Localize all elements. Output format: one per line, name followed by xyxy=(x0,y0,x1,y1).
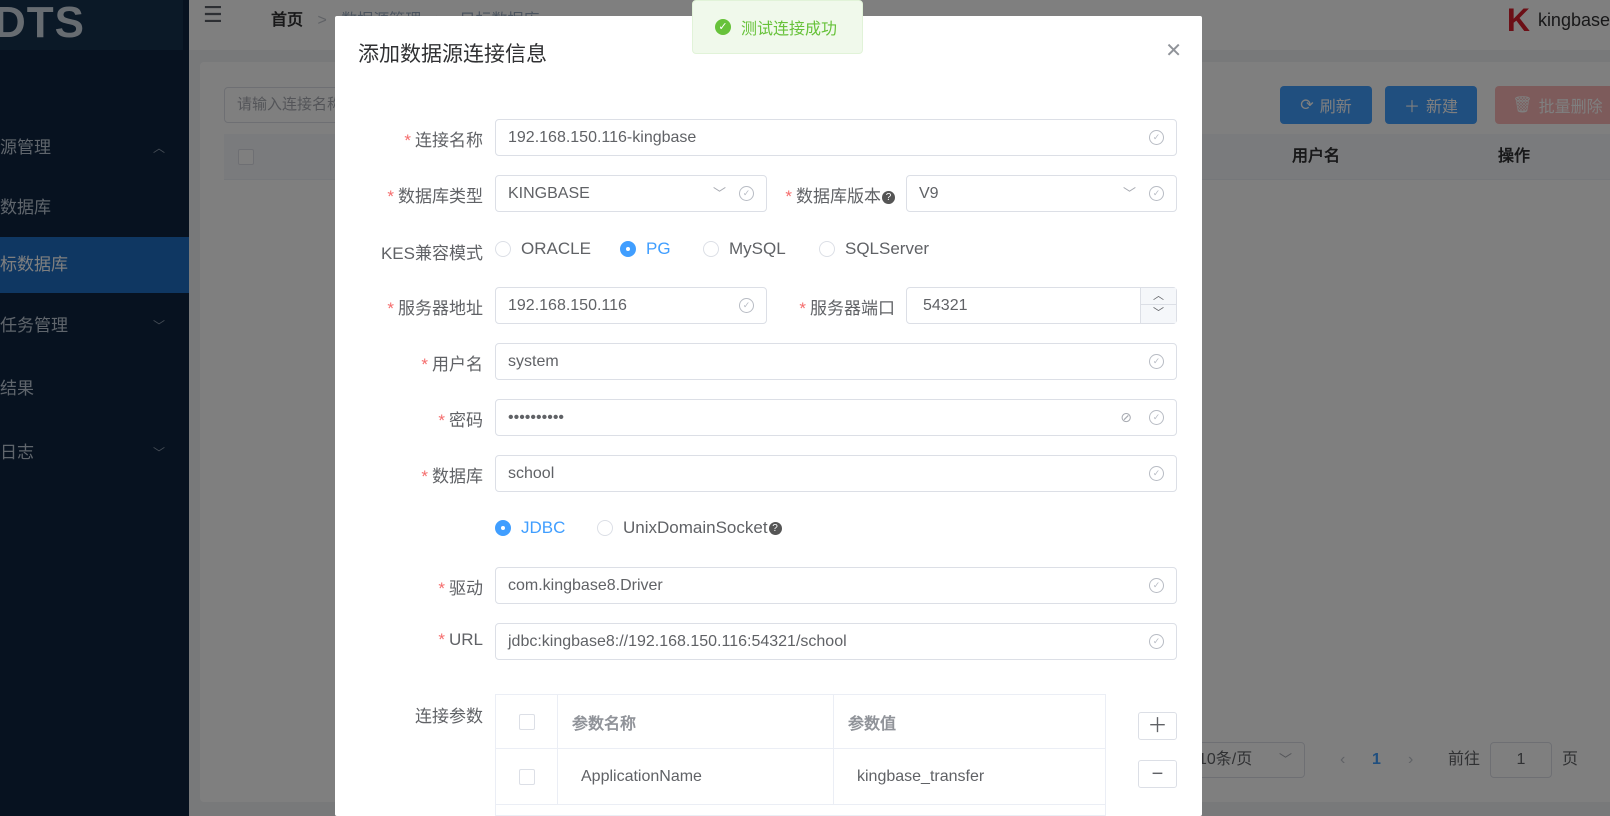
radio-dot xyxy=(819,241,835,257)
check-circle-icon: ✓ xyxy=(739,298,754,313)
params-header-name: 参数名称 xyxy=(558,695,834,748)
param-name-cell[interactable]: ApplicationName xyxy=(558,749,834,804)
server-port-stepper[interactable]: 54321 ︿ ﹀ xyxy=(906,287,1177,324)
check-circle-icon: ✓ xyxy=(1149,410,1164,425)
stepper-controls: ︿ ﹀ xyxy=(1140,288,1176,323)
kes-mode-radio-pg[interactable]: PG xyxy=(620,239,671,259)
params-table-header: 参数名称 参数值 xyxy=(496,695,1105,749)
server-port-value: 54321 xyxy=(923,297,968,314)
db-type-value: KINGBASE xyxy=(508,185,590,202)
driver-value: com.kingbase8.Driver xyxy=(508,577,663,594)
row-checkbox[interactable] xyxy=(518,768,535,785)
params-table: 参数名称 参数值 ApplicationName kingbase_transf… xyxy=(495,694,1106,816)
db-type-label: * 数据库类型 xyxy=(387,187,483,206)
kes-mode-radio-mysql[interactable]: MySQL xyxy=(703,239,786,259)
chevron-down-icon: ﹀ xyxy=(1122,186,1136,201)
database-value: school xyxy=(508,465,555,482)
server-address-input[interactable]: 192.168.150.116 ✓ xyxy=(495,287,767,324)
database-label: * 数据库 xyxy=(421,467,483,486)
server-address-value: 192.168.150.116 xyxy=(508,297,627,314)
radio-dot xyxy=(597,520,613,536)
check-circle-icon: ✓ xyxy=(1149,578,1164,593)
radio-dot xyxy=(495,520,511,536)
db-version-select[interactable]: V9 ﹀ ✓ xyxy=(906,175,1177,212)
db-version-value: V9 xyxy=(919,185,939,202)
url-input[interactable]: jdbc:kingbase8://192.168.150.116:54321/s… xyxy=(495,623,1177,660)
check-circle-icon: ✓ xyxy=(1149,130,1164,145)
radio-dot xyxy=(703,241,719,257)
remove-param-button[interactable]: − xyxy=(1138,760,1177,788)
help-icon[interactable]: ? xyxy=(768,521,782,535)
check-circle-icon: ✓ xyxy=(1149,186,1164,201)
add-param-button[interactable]: ＋ xyxy=(1138,712,1177,740)
server-address-label: * 服务器地址 xyxy=(387,299,483,318)
table-row: ApplicationName kingbase_transfer xyxy=(496,749,1105,805)
url-label: * URL xyxy=(438,630,483,649)
username-label: * 用户名 xyxy=(421,355,483,374)
conn-method-radio-uds[interactable]: UnixDomainSocket? xyxy=(597,518,782,538)
chevron-up-icon[interactable]: ︿ xyxy=(1141,288,1176,305)
toast-message: 测试连接成功 xyxy=(741,21,838,38)
row-checkbox-cell xyxy=(496,749,558,804)
password-value: •••••••••• xyxy=(508,409,565,426)
driver-input[interactable]: com.kingbase8.Driver ✓ xyxy=(495,567,1177,604)
kes-mode-radio-sqlserver[interactable]: SQLServer xyxy=(819,239,929,259)
driver-label: * 驱动 xyxy=(438,579,483,598)
params-header-value: 参数值 xyxy=(848,715,897,733)
help-icon[interactable]: ? xyxy=(882,191,895,205)
password-input[interactable]: •••••••••• ⊘ ✓ xyxy=(495,399,1177,436)
db-version-label: * 数据库版本? xyxy=(783,182,895,207)
check-circle-icon: ✓ xyxy=(1149,354,1164,369)
db-type-select[interactable]: KINGBASE ﹀ ✓ xyxy=(495,175,767,212)
check-circle-icon: ✓ xyxy=(1149,634,1164,649)
success-check-icon: ✓ xyxy=(715,19,731,35)
check-circle-icon: ✓ xyxy=(1149,466,1164,481)
conn-method-radio-jdbc[interactable]: JDBC xyxy=(495,518,565,538)
connection-name-value: 192.168.150.116-kingbase xyxy=(508,129,697,146)
dialog-title: 添加数据源连接信息 xyxy=(358,43,547,66)
eye-slash-icon[interactable]: ⊘ xyxy=(1120,400,1132,435)
check-circle-icon: ✓ xyxy=(739,186,754,201)
kes-mode-label: KES兼容模式 xyxy=(380,244,483,263)
radio-dot xyxy=(495,241,511,257)
username-input[interactable]: system ✓ xyxy=(495,343,1177,380)
password-label: * 密码 xyxy=(438,411,483,430)
kes-mode-radio-oracle[interactable]: ORACLE xyxy=(495,239,591,259)
server-port-label: * 服务器端口 xyxy=(799,299,895,318)
username-value: system xyxy=(508,353,559,370)
success-toast: ✓ 测试连接成功 xyxy=(692,0,863,54)
connection-name-input[interactable]: 192.168.150.116-kingbase ✓ xyxy=(495,119,1177,156)
connection-name-label: * 连接名称 xyxy=(404,131,483,150)
database-input[interactable]: school ✓ xyxy=(495,455,1177,492)
radio-dot xyxy=(620,241,636,257)
params-header-checkbox-cell xyxy=(496,695,558,748)
params-label: 连接参数 xyxy=(415,707,483,726)
param-value-cell[interactable]: kingbase_transfer xyxy=(834,749,1105,804)
add-datasource-dialog: 添加数据源连接信息 ✕ * 连接名称 192.168.150.116-kingba… xyxy=(335,16,1202,816)
url-value: jdbc:kingbase8://192.168.150.116:54321/s… xyxy=(508,633,847,650)
select-all-checkbox[interactable] xyxy=(518,713,535,730)
chevron-down-icon: ﹀ xyxy=(712,186,726,201)
close-icon[interactable]: ✕ xyxy=(1165,38,1182,63)
chevron-down-icon[interactable]: ﹀ xyxy=(1141,305,1176,322)
